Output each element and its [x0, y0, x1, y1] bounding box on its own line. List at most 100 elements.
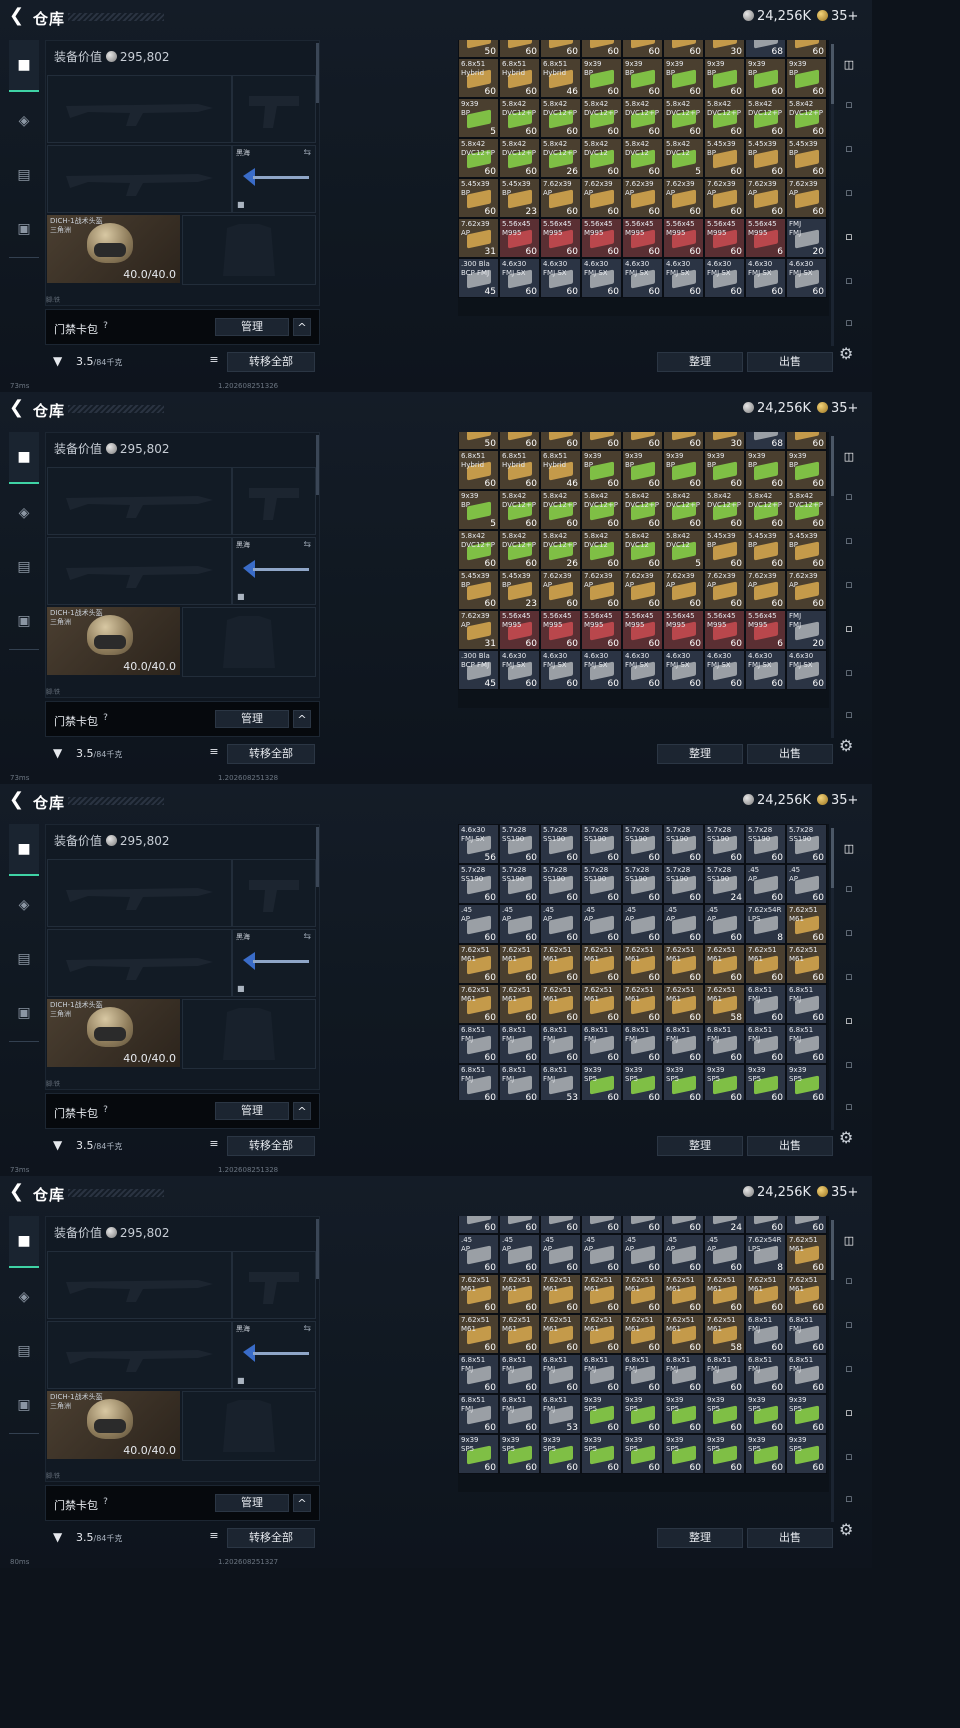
storage-tab-4[interactable]: ▫	[838, 966, 860, 988]
inventory-cell[interactable]: 5.8x42 DVC12+P 60	[458, 530, 499, 570]
inventory-cell[interactable]: 6.8x51 FMJ 60	[581, 1024, 622, 1064]
melee-slot[interactable]: 黑海 ⇆ ■	[232, 929, 316, 997]
inventory-cell[interactable]: 60	[663, 40, 704, 58]
inventory-cell[interactable]: 9x39 SP5 60	[663, 1394, 704, 1434]
inventory-cell[interactable]: 5.7x28 SS190 60	[622, 864, 663, 904]
inventory-cell[interactable]: 5.56x45 M995 60	[540, 218, 581, 258]
help-icon[interactable]: ?	[99, 1104, 112, 1117]
inventory-cell[interactable]: 7.62x51 M61 60	[786, 1234, 827, 1274]
inventory-cell[interactable]: 9x39 BP 60	[622, 58, 663, 98]
inventory-cell[interactable]: 6.8x51 FMJ 60	[458, 1064, 499, 1100]
inventory-cell[interactable]: 9x39 SP5 60	[745, 1434, 786, 1474]
storage-tab-7[interactable]: ▫	[838, 1096, 860, 1118]
inventory-cell[interactable]: 5.45x39 BP 60	[458, 570, 499, 610]
inventory-cell[interactable]: 7.62x51 M61 60	[786, 904, 827, 944]
inventory-cell[interactable]: 6.8x51 FMJ 60	[704, 1024, 745, 1064]
storage-tab-2[interactable]: ▫	[838, 1270, 860, 1292]
sort-button[interactable]: 整理	[657, 744, 743, 764]
inventory-cell[interactable]: 60	[499, 432, 540, 450]
inventory-cell[interactable]: .45 AP 60	[540, 904, 581, 944]
equipment-scrollbar[interactable]	[316, 43, 319, 103]
inventory-cell[interactable]: 5.56x45 M995 60	[622, 610, 663, 650]
inventory-cell[interactable]: 7.62x51 M61 60	[540, 1274, 581, 1314]
inventory-cell[interactable]: 7.62x51 M61 60	[663, 984, 704, 1024]
inventory-cell[interactable]: 5.7x28 SS190 60	[540, 864, 581, 904]
inventory-cell[interactable]: 6.8x51 FMJ 60	[663, 1354, 704, 1394]
nav-cases[interactable]: ▣	[9, 988, 39, 1038]
inventory-cell[interactable]: 9x39 SP5 60	[704, 1394, 745, 1434]
inventory-cell[interactable]: 60	[540, 1216, 581, 1234]
inventory-cell[interactable]: .45 AP 60	[581, 904, 622, 944]
storage-tab-4[interactable]: ▫	[838, 574, 860, 596]
inventory-cell[interactable]: 7.62x39 AP 60	[622, 178, 663, 218]
inventory-cell[interactable]: 5.45x39 BP 60	[745, 530, 786, 570]
manage-button[interactable]: 管理	[215, 1102, 289, 1120]
inventory-cell[interactable]: 60	[499, 40, 540, 58]
inventory-cell[interactable]: .45 AP 60	[499, 904, 540, 944]
inventory-cell[interactable]: .45 AP 60	[704, 1234, 745, 1274]
nav-cases[interactable]: ▣	[9, 596, 39, 646]
melee-slot[interactable]: 黑海 ⇆ ■	[232, 1321, 316, 1389]
inventory-cell[interactable]: 7.62x51 M61 60	[581, 984, 622, 1024]
inventory-cell[interactable]: 5.8x42 DVC12+P 60	[540, 490, 581, 530]
inventory-cell[interactable]: 60	[540, 432, 581, 450]
inventory-cell[interactable]: 9x39 BP 60	[581, 58, 622, 98]
inventory-cell[interactable]: 7.62x51 M61 58	[704, 1314, 745, 1354]
inventory-cell[interactable]: 5.7x28 SS190 60	[499, 824, 540, 864]
inventory-cell[interactable]: 4.6x30 FMJ SX 60	[499, 258, 540, 298]
pistol-slot[interactable]	[232, 859, 316, 927]
inventory-cell[interactable]: 7.62x39 AP 31	[458, 218, 499, 258]
inventory-cell[interactable]: 50	[458, 432, 499, 450]
inventory-cell[interactable]: 7.62x51 M61 60	[499, 1314, 540, 1354]
storage-tab-main[interactable]: ◫	[838, 446, 860, 468]
inventory-cell[interactable]: 7.62x51 M61 60	[540, 1314, 581, 1354]
inventory-cell[interactable]: 7.62x51 M61 60	[458, 1314, 499, 1354]
pistol-slot[interactable]	[232, 1251, 316, 1319]
inventory-cell[interactable]: 5.45x39 BP 60	[786, 530, 827, 570]
inventory-cell[interactable]: 5.7x28 SS190 60	[745, 824, 786, 864]
pistol-slot[interactable]	[232, 75, 316, 143]
storage-tab-3[interactable]: ▫	[838, 138, 860, 160]
inventory-cell[interactable]: 7.62x51 M61 60	[499, 984, 540, 1024]
inventory-cell[interactable]: 5.8x42 DVC12+P 60	[499, 530, 540, 570]
inventory-cell[interactable]: 7.62x51 M61 60	[581, 944, 622, 984]
inventory-cell[interactable]: 6.8x51 FMJ 60	[745, 1024, 786, 1064]
pistol-slot[interactable]	[232, 467, 316, 535]
helmet-slot[interactable]: DICH-1战术头盔 三角洲 40.0/40.0	[47, 1391, 180, 1459]
inventory-cell[interactable]: 4.6x30 FMJ SX 60	[499, 650, 540, 690]
scrollbar-thumb[interactable]	[831, 1220, 834, 1280]
inventory-cell[interactable]: 6.8x51 Hybrid 60	[499, 58, 540, 98]
inventory-cell[interactable]: 5.56x45 M995 60	[704, 610, 745, 650]
inventory-cell[interactable]: 9x39 SP5 60	[622, 1434, 663, 1474]
inventory-cell[interactable]: 7.62x39 AP 60	[540, 178, 581, 218]
gear-icon[interactable]: ⚙	[839, 736, 853, 755]
primary-weapon-slot[interactable]	[47, 859, 232, 927]
inventory-cell[interactable]: 6.8x51 Hybrid 60	[458, 58, 499, 98]
inventory-cell[interactable]: 5.8x42 DVC12+P 60	[745, 98, 786, 138]
inventory-cell[interactable]: 4.6x30 FMJ SX 60	[786, 650, 827, 690]
storage-tab-main[interactable]: ◫	[838, 1230, 860, 1252]
inventory-cell[interactable]: 6.8x51 FMJ 60	[663, 1024, 704, 1064]
inventory-cell[interactable]: 7.62x39 AP 60	[622, 570, 663, 610]
inventory-cell[interactable]: 5.45x39 BP 60	[704, 138, 745, 178]
inventory-cell[interactable]: 7.62x51 M61 60	[581, 1314, 622, 1354]
helmet-slot[interactable]: DICH-1战术头盔 三角洲 40.0/40.0	[47, 607, 180, 675]
inventory-cell[interactable]: 7.62x51 M61 58	[704, 984, 745, 1024]
inventory-cell[interactable]: 5.7x28 SS190 60	[786, 824, 827, 864]
inventory-cell[interactable]: 4.6x30 FMJ SX 60	[581, 650, 622, 690]
inventory-cell[interactable]: .45 AP 60	[458, 904, 499, 944]
inventory-cell[interactable]: 5.7x28 SS190 60	[499, 864, 540, 904]
inventory-cell[interactable]: FMJ FMJ 20	[786, 610, 827, 650]
inventory-cell[interactable]: 7.62x51 M61 60	[622, 944, 663, 984]
inventory-scrollbar[interactable]	[831, 828, 834, 1130]
inventory-cell[interactable]: 60	[622, 1216, 663, 1234]
inventory-cell[interactable]: 5.7x28 SS190 60	[581, 824, 622, 864]
inventory-cell[interactable]: 5.56x45 M995 60	[540, 610, 581, 650]
inventory-cell[interactable]: 60	[581, 432, 622, 450]
inventory-cell[interactable]: 5.8x42 DVC12+P 60	[663, 98, 704, 138]
inventory-cell[interactable]: 6.8x51 FMJ 60	[786, 1314, 827, 1354]
inventory-cell[interactable]: 7.62x39 AP 60	[663, 178, 704, 218]
nav-weapons[interactable]: ■	[9, 40, 39, 92]
manage-button[interactable]: 管理	[215, 1494, 289, 1512]
inventory-cell[interactable]: 60	[581, 40, 622, 58]
